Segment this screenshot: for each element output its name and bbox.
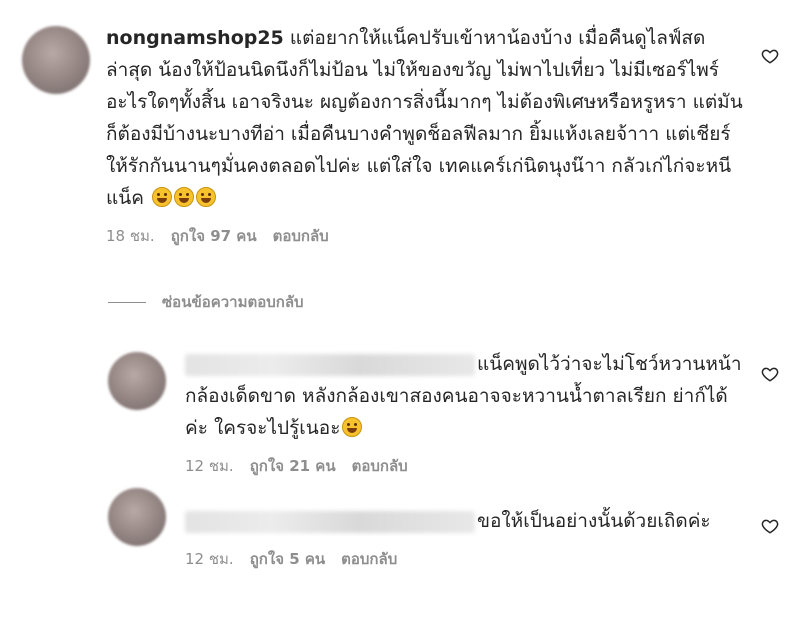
blurred-username[interactable] (185, 510, 475, 533)
blurred-username[interactable] (185, 353, 475, 376)
reply-likes[interactable]: ถูกใจ 21 คน (250, 454, 336, 478)
avatar[interactable] (22, 26, 90, 94)
reply-body: แน็คพูดไว้ว่าจะไม่โชว์หวานหน้ากล้องเด็ดข… (185, 348, 745, 444)
reply: ขอให้เป็นอย่างนั้นด้วยเถิดค่ะ 12 ชม. ถูก… (185, 505, 745, 571)
avatar[interactable] (108, 352, 166, 410)
rofl-emoji (174, 187, 194, 207)
reply-time[interactable]: 12 ชม. (185, 454, 234, 478)
comment-body: nongnamshop25 แต่อยากให้แน็คปรับเข้าหาน้… (106, 22, 744, 214)
comment-username[interactable]: nongnamshop25 (106, 27, 284, 49)
hide-replies-label: ซ่อนข้อความตอบกลับ (162, 293, 304, 311)
reply-likes[interactable]: ถูกใจ 5 คน (250, 547, 325, 571)
rofl-emoji (152, 187, 172, 207)
avatar[interactable] (108, 488, 166, 546)
reply-text: ขอให้เป็นอย่างนั้นด้วยเถิดค่ะ (477, 510, 711, 532)
divider (108, 301, 146, 303)
reply-meta: 12 ชม. ถูกใจ 5 คน ตอบกลับ (185, 547, 745, 571)
comment-time[interactable]: 18 ชม. (106, 224, 155, 248)
comment-reply-button[interactable]: ตอบกลับ (273, 224, 329, 248)
hide-replies-button[interactable]: ซ่อนข้อความตอบกลับ (108, 290, 304, 314)
heart-outline-icon[interactable] (761, 365, 779, 383)
reply-body: ขอให้เป็นอย่างนั้นด้วยเถิดค่ะ (185, 505, 745, 537)
comment-text: แต่อยากให้แน็คปรับเข้าหาน้องบ้าง เมื่อคื… (106, 27, 743, 209)
grinning-sweat-emoji (342, 417, 363, 437)
reply-time[interactable]: 12 ชม. (185, 547, 234, 571)
reply-reply-button[interactable]: ตอบกลับ (352, 454, 408, 478)
reply-meta: 12 ชม. ถูกใจ 21 คน ตอบกลับ (185, 454, 745, 478)
heart-outline-icon[interactable] (761, 517, 779, 535)
reply: แน็คพูดไว้ว่าจะไม่โชว์หวานหน้ากล้องเด็ดข… (185, 348, 745, 478)
rofl-emoji (196, 187, 216, 207)
heart-outline-icon[interactable] (761, 47, 779, 65)
reply-reply-button[interactable]: ตอบกลับ (341, 547, 397, 571)
comment-meta: 18 ชม. ถูกใจ 97 คน ตอบกลับ (106, 224, 744, 248)
comment: nongnamshop25 แต่อยากให้แน็คปรับเข้าหาน้… (106, 22, 744, 248)
comment-likes[interactable]: ถูกใจ 97 คน (171, 224, 257, 248)
